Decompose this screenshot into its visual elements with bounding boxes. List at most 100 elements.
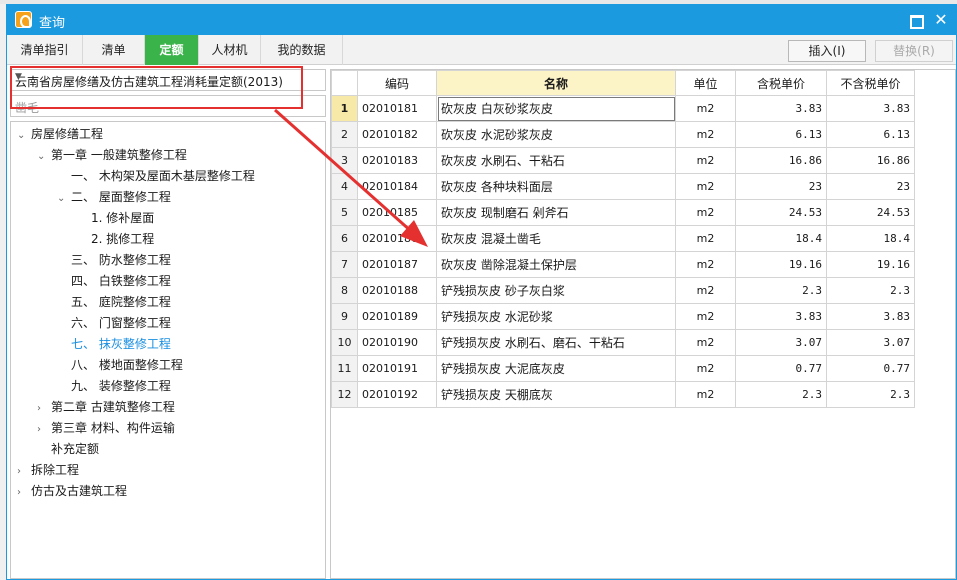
table-row[interactable]: 4 02010184 砍灰皮 各种块料面层 m2 23 23 (331, 173, 915, 200)
unit-cell[interactable]: m2 (675, 147, 736, 174)
table-row[interactable]: 3 02010183 砍灰皮 水刷石、干粘石 m2 16.86 16.86 (331, 147, 915, 174)
price-without-tax-cell[interactable]: 3.07 (826, 329, 915, 356)
unit-cell[interactable]: m2 (675, 225, 736, 252)
replace-button[interactable]: 替换(R) (875, 40, 953, 62)
row-number[interactable]: 9 (331, 303, 358, 330)
unit-cell[interactable]: m2 (675, 251, 736, 278)
table-row[interactable]: 2 02010182 砍灰皮 水泥砂浆灰皮 m2 6.13 6.13 (331, 121, 915, 148)
chevron-right-icon[interactable]: › (17, 461, 31, 482)
tab-my-data[interactable]: 我的数据 (261, 35, 343, 65)
table-row[interactable]: 8 02010188 铲残损灰皮 砂子灰白浆 m2 2.3 2.3 (331, 277, 915, 304)
name-cell[interactable]: 铲残损灰皮 砂子灰白浆 (436, 277, 676, 304)
price-with-tax-cell[interactable]: 2.3 (735, 277, 827, 304)
chevron-down-icon[interactable]: ⌄ (17, 125, 31, 146)
tree-item[interactable]: › 仿古及古建筑工程 (17, 481, 127, 502)
tab-labor-material-machine[interactable]: 人材机 (199, 35, 261, 65)
tab-quota[interactable]: 定额 (145, 35, 199, 65)
title-bar[interactable]: 查询 ✕ (7, 5, 956, 35)
tree-item[interactable]: ⌄ 二、 屋面整修工程 (57, 187, 171, 208)
row-number[interactable]: 12 (331, 381, 358, 408)
table-row[interactable]: 12 02010192 铲残损灰皮 天棚底灰 m2 2.3 2.3 (331, 381, 915, 408)
column-header-code[interactable]: 编码 (357, 70, 437, 96)
chevron-right-icon[interactable]: › (17, 482, 31, 503)
tree-item[interactable]: › 第二章 古建筑整修工程 (37, 397, 175, 418)
table-row[interactable]: 5 02010185 砍灰皮 现制磨石 剁斧石 m2 24.53 24.53 (331, 199, 915, 226)
tree-item[interactable]: 1. 修补屋面 (77, 208, 154, 229)
chevron-down-icon[interactable]: ⌄ (37, 146, 51, 167)
code-cell[interactable]: 02010189 (357, 303, 437, 330)
row-number[interactable]: 7 (331, 251, 358, 278)
unit-cell[interactable]: m2 (675, 95, 736, 122)
tree-item[interactable]: ⌄ 第一章 一般建筑整修工程 (37, 145, 187, 166)
tab-list[interactable]: 清单 (83, 35, 145, 65)
column-header-price-without-tax[interactable]: 不含税单价 (826, 70, 915, 96)
code-cell[interactable]: 02010187 (357, 251, 437, 278)
tree-item[interactable]: 七、 抹灰整修工程 (57, 334, 171, 355)
price-without-tax-cell[interactable]: 18.4 (826, 225, 915, 252)
tree-item[interactable]: 补充定额 (37, 439, 99, 460)
table-row[interactable]: 9 02010189 铲残损灰皮 水泥砂浆 m2 3.83 3.83 (331, 303, 915, 330)
insert-button[interactable]: 插入(I) (788, 40, 866, 62)
name-cell[interactable]: 砍灰皮 水刷石、干粘石 (436, 147, 676, 174)
chevron-down-icon[interactable]: ⌄ (57, 188, 71, 209)
price-without-tax-cell[interactable]: 6.13 (826, 121, 915, 148)
name-cell[interactable]: 砍灰皮 水泥砂浆灰皮 (436, 121, 676, 148)
price-with-tax-cell[interactable]: 6.13 (735, 121, 827, 148)
name-cell[interactable]: 砍灰皮 混凝土凿毛 (436, 225, 676, 252)
name-cell[interactable]: 铲残损灰皮 天棚底灰 (436, 381, 676, 408)
name-cell[interactable]: 砍灰皮 白灰砂浆灰皮 (436, 95, 676, 122)
code-cell[interactable]: 02010182 (357, 121, 437, 148)
row-number[interactable]: 1 (331, 95, 358, 122)
price-without-tax-cell[interactable]: 0.77 (826, 355, 915, 382)
price-with-tax-cell[interactable]: 18.4 (735, 225, 827, 252)
name-cell[interactable]: 铲残损灰皮 水泥砂浆 (436, 303, 676, 330)
price-without-tax-cell[interactable]: 19.16 (826, 251, 915, 278)
price-with-tax-cell[interactable]: 3.07 (735, 329, 827, 356)
price-without-tax-cell[interactable]: 3.83 (826, 303, 915, 330)
tree-item[interactable]: › 拆除工程 (17, 460, 79, 481)
name-cell[interactable]: 砍灰皮 凿除混凝土保护层 (436, 251, 676, 278)
tree-item[interactable]: 2. 挑修工程 (77, 229, 154, 250)
column-header-price-with-tax[interactable]: 含税单价 (735, 70, 827, 96)
table-row[interactable]: 11 02010191 铲残损灰皮 大泥底灰皮 m2 0.77 0.77 (331, 355, 915, 382)
name-cell[interactable]: 砍灰皮 现制磨石 剁斧石 (436, 199, 676, 226)
table-row[interactable]: 6 02010186 砍灰皮 混凝土凿毛 m2 18.4 18.4 (331, 225, 915, 252)
tree-item[interactable]: 三、 防水整修工程 (57, 250, 171, 271)
unit-cell[interactable]: m2 (675, 303, 736, 330)
price-without-tax-cell[interactable]: 2.3 (826, 277, 915, 304)
tree-item[interactable]: › 第三章 材料、构件运输 (37, 418, 175, 439)
code-cell[interactable]: 02010192 (357, 381, 437, 408)
price-with-tax-cell[interactable]: 23 (735, 173, 827, 200)
table-row[interactable]: 10 02010190 铲残损灰皮 水刷石、磨石、干粘石 m2 3.07 3.07 (331, 329, 915, 356)
price-without-tax-cell[interactable]: 3.83 (826, 95, 915, 122)
row-number[interactable]: 4 (331, 173, 358, 200)
unit-cell[interactable]: m2 (675, 121, 736, 148)
unit-cell[interactable]: m2 (675, 329, 736, 356)
tree-item[interactable]: 四、 白铁整修工程 (57, 271, 171, 292)
code-cell[interactable]: 02010188 (357, 277, 437, 304)
unit-cell[interactable]: m2 (675, 199, 736, 226)
price-with-tax-cell[interactable]: 3.83 (735, 303, 827, 330)
chevron-right-icon[interactable]: › (37, 419, 51, 440)
price-with-tax-cell[interactable]: 2.3 (735, 381, 827, 408)
tab-list-guide[interactable]: 清单指引 (7, 35, 83, 65)
maximize-icon[interactable] (906, 11, 924, 29)
table-row[interactable]: 7 02010187 砍灰皮 凿除混凝土保护层 m2 19.16 19.16 (331, 251, 915, 278)
price-with-tax-cell[interactable]: 24.53 (735, 199, 827, 226)
code-cell[interactable]: 02010186 (357, 225, 437, 252)
code-cell[interactable]: 02010181 (357, 95, 437, 122)
code-cell[interactable]: 02010184 (357, 173, 437, 200)
row-number[interactable]: 10 (331, 329, 358, 356)
unit-cell[interactable]: m2 (675, 381, 736, 408)
name-cell[interactable]: 铲残损灰皮 大泥底灰皮 (436, 355, 676, 382)
tree-item[interactable]: 六、 门窗整修工程 (57, 313, 171, 334)
name-cell[interactable]: 铲残损灰皮 水刷石、磨石、干粘石 (436, 329, 676, 356)
column-header-name[interactable]: 名称 (436, 70, 676, 96)
price-with-tax-cell[interactable]: 19.16 (735, 251, 827, 278)
row-number[interactable]: 8 (331, 277, 358, 304)
price-with-tax-cell[interactable]: 16.86 (735, 147, 827, 174)
row-number[interactable]: 2 (331, 121, 358, 148)
row-number[interactable]: 3 (331, 147, 358, 174)
unit-cell[interactable]: m2 (675, 277, 736, 304)
code-cell[interactable]: 02010190 (357, 329, 437, 356)
